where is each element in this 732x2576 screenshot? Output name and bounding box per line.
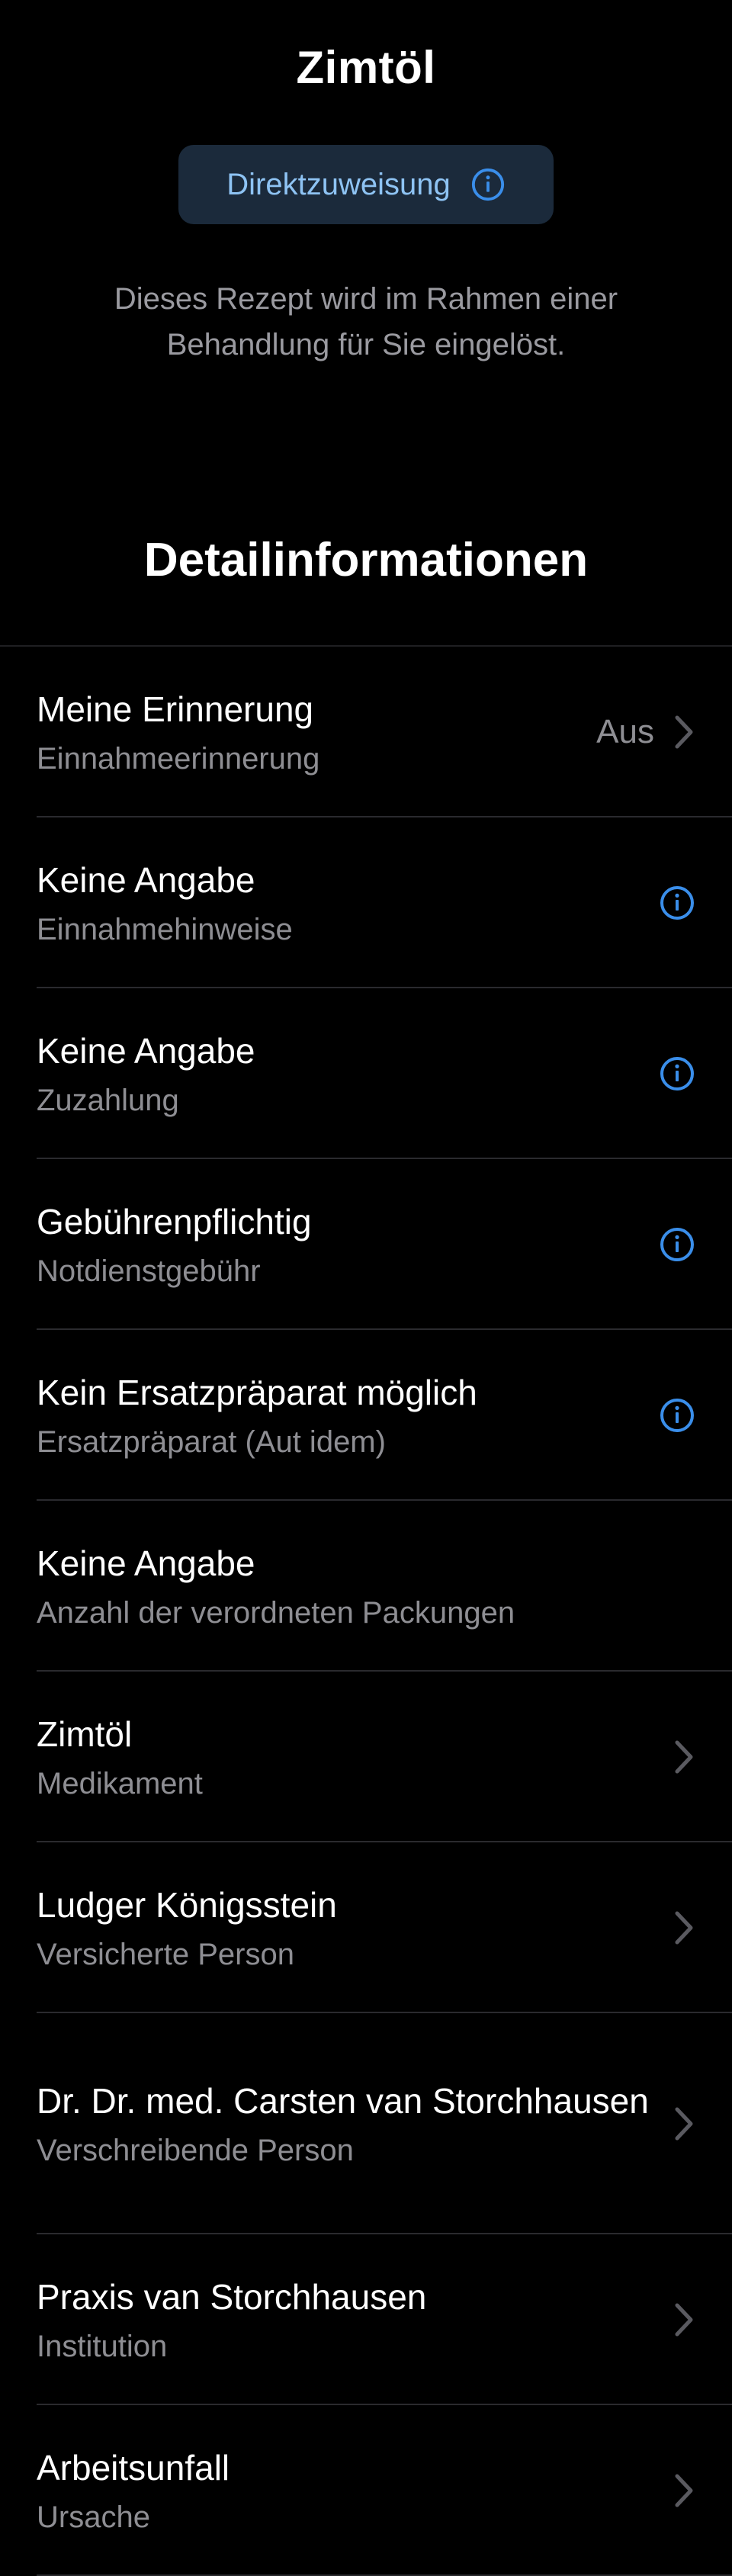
prescription-description: Dieses Rezept wird im Rahmen einer Behan… [114, 282, 618, 361]
row-title: Keine Angabe [37, 1543, 255, 1583]
row-subtitle: Institution [37, 2330, 168, 2363]
list-item-intake-notes: Keine Angabe Einnahmehinweise [0, 817, 732, 988]
badge-label: Direktzuweisung [226, 168, 451, 201]
row-subtitle: Notdienstgebühr [37, 1254, 261, 1288]
info-icon[interactable] [470, 167, 506, 202]
row-subtitle: Einnahmehinweise [37, 913, 293, 946]
row-title: Arbeitsunfall [37, 2448, 230, 2488]
row-title: Keine Angabe [37, 1031, 255, 1071]
row-value: Aus [596, 713, 654, 750]
section-title: Detailinformationen [143, 534, 589, 586]
row-subtitle: Zuzahlung [37, 1084, 179, 1117]
chevron-right-icon [675, 1911, 693, 1945]
list-item-cause[interactable]: Arbeitsunfall Ursache [0, 2405, 732, 2576]
row-title: Meine Erinnerung [37, 689, 314, 729]
row-subtitle: Versicherte Person [37, 1938, 294, 1971]
list-item-reminder[interactable]: Meine Erinnerung Einnahmeerinnerung Aus [0, 647, 732, 817]
chevron-right-icon [675, 2474, 693, 2507]
row-subtitle: Ursache [37, 2501, 150, 2534]
row-subtitle: Medikament [37, 1767, 203, 1800]
info-icon[interactable] [659, 1397, 695, 1434]
list-item-package-count: Keine Angabe Anzahl der verordneten Pack… [0, 1501, 732, 1672]
list-item-insured-person[interactable]: Ludger Königsstein Versicherte Person [0, 1842, 732, 2013]
row-subtitle: Anzahl der verordneten Packungen [37, 1596, 515, 1630]
list-item-prescriber[interactable]: Dr. Dr. med. Carsten van Storchhausen Ve… [0, 2013, 732, 2234]
list-item-medication[interactable]: Zimtöl Medikament [0, 1672, 732, 1842]
row-title: Keine Angabe [37, 860, 255, 900]
info-icon[interactable] [659, 1226, 695, 1263]
list-item-substitute: Kein Ersatzpräparat möglich Ersatzpräpar… [0, 1330, 732, 1501]
direct-assignment-badge[interactable]: Direktzuweisung [178, 145, 554, 224]
row-title: Ludger Königsstein [37, 1885, 337, 1925]
row-subtitle: Verschreibende Person [37, 2134, 354, 2167]
row-subtitle: Ersatzpräparat (Aut idem) [37, 1425, 386, 1459]
row-title: Zimtöl [37, 1714, 133, 1754]
list-item-institution[interactable]: Praxis van Storchhausen Institution [0, 2234, 732, 2405]
row-title: Dr. Dr. med. Carsten van Storchhausen [37, 2081, 649, 2121]
info-icon[interactable] [659, 1055, 695, 1092]
info-icon[interactable] [659, 885, 695, 921]
row-title: Gebührenpflichtig [37, 1202, 312, 1241]
chevron-right-icon [675, 2303, 693, 2337]
chevron-right-icon [675, 715, 693, 749]
details-list: Meine Erinnerung Einnahmeerinnerung Aus … [0, 645, 732, 2576]
chevron-right-icon [675, 1740, 693, 1774]
list-item-copayment: Keine Angabe Zuzahlung [0, 988, 732, 1159]
chevron-right-icon [675, 2107, 693, 2141]
page-title: Zimtöl [296, 42, 436, 93]
row-title: Praxis van Storchhausen [37, 2277, 427, 2317]
row-subtitle: Einnahmeerinnerung [37, 742, 320, 776]
row-title: Kein Ersatzpräparat möglich [37, 1373, 477, 1412]
list-item-emergency-fee: Gebührenpflichtig Notdienstgebühr [0, 1159, 732, 1330]
